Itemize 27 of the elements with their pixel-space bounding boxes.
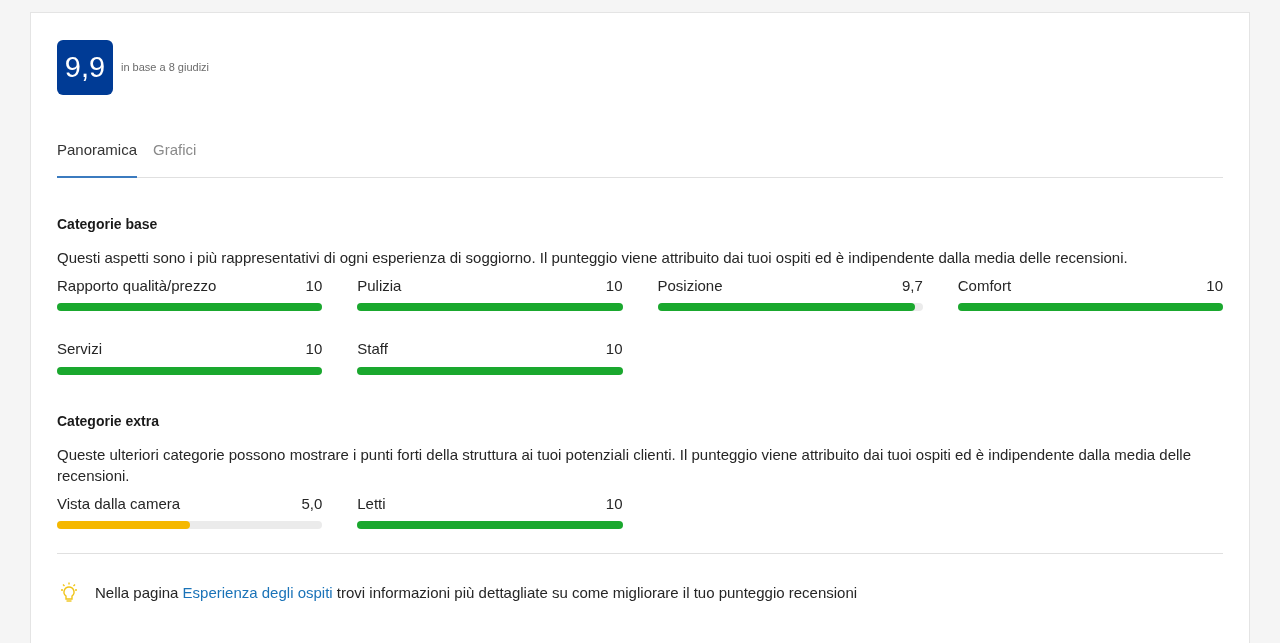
tip-text: Nella pagina Esperienza degli ospiti trovi informazioni più dettagliate su come migliorare il tuo punteggio recensioni (95, 583, 858, 603)
section-description: Questi aspetti sono i più rappresentativi di ogni esperienza di soggiorno. Il punteggio viene attribuito dai tuoi ospiti ed è indipendente dalla media delle recensioni. (57, 247, 1129, 268)
section-heading: Categorie base (57, 214, 159, 234)
category-score: 10 (605, 493, 623, 514)
category-name: Comfort (957, 275, 1012, 296)
score-badge: 9,9 (57, 40, 113, 95)
category-score: 10 (1206, 275, 1223, 296)
category-score: 9,7 (901, 275, 923, 296)
section-heading: Categorie extra (57, 411, 160, 431)
lightbulb-icon (59, 582, 79, 605)
tab[interactable]: Grafici (153, 139, 197, 178)
category-score: 5,0 (301, 493, 323, 514)
category-score: 10 (605, 275, 623, 296)
category-name: Staff (357, 339, 388, 359)
category-name: Rapporto qualità/prezzo (57, 275, 217, 296)
category-name: Vista dalla camera (57, 493, 181, 514)
section-description: Queste ulteriori categorie possono mostrare i punti forti della struttura ai tuoi potenziali clienti. Il punteggio viene attribuito dai tuoi ospiti ed è indipendente dalla media delle recensioni. (57, 444, 1192, 486)
category-score: 10 (305, 339, 323, 359)
tab[interactable]: Panoramica (57, 139, 138, 178)
guest-experience-link[interactable]: Esperienza degli ospiti (182, 584, 333, 601)
category-name: Pulizia (357, 275, 402, 296)
category-score: 10 (305, 275, 323, 296)
category-name: Posizione (657, 275, 723, 296)
score-caption: in base a 8 giudizi (121, 60, 210, 76)
category-name: Letti (357, 493, 386, 514)
category-name: Servizi (57, 339, 102, 359)
category-score: 10 (605, 339, 623, 359)
